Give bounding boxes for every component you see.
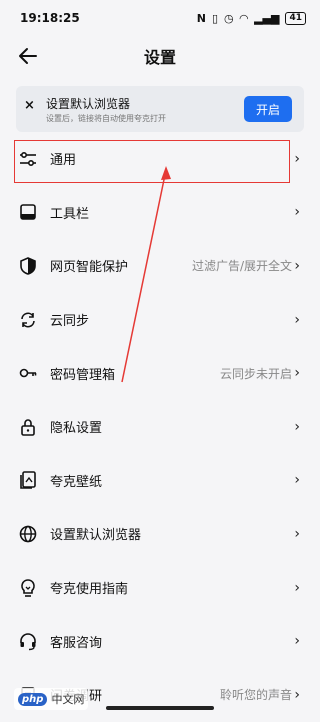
banner-title: 设置默认浏览器: [46, 97, 131, 111]
settings-item-label: 夸克使用指南: [50, 582, 129, 598]
headset-icon: [20, 633, 36, 651]
settings-item-guide[interactable]: 夸克使用指南 ›: [0, 561, 320, 615]
alarm-icon: ◷: [224, 11, 234, 25]
chevron-right-icon: ›: [294, 472, 300, 489]
chevron-right-icon: ›: [294, 418, 300, 435]
settings-item-password-manager[interactable]: 密码管理箱 云同步未开启 ›: [0, 346, 320, 400]
enable-button[interactable]: 开启: [244, 96, 292, 122]
chevron-right-icon: ›: [294, 686, 300, 703]
shield-icon: [20, 257, 36, 275]
chevron-right-icon: ›: [294, 365, 300, 382]
signal-icon: ▂▄▆: [254, 11, 280, 25]
chevron-right-icon: ›: [294, 204, 300, 221]
watermark: php 中文网: [14, 688, 89, 710]
settings-item-value: 云同步未开启: [219, 366, 292, 381]
wifi-icon: ◠: [239, 11, 249, 25]
close-icon[interactable]: ×: [24, 98, 35, 113]
chevron-right-icon: ›: [294, 311, 300, 328]
settings-item-label: 夸克壁纸: [50, 474, 103, 490]
globe-icon: [19, 525, 37, 543]
settings-item-cloud-sync[interactable]: 云同步 ›: [0, 293, 320, 347]
sliders-icon: [20, 151, 36, 166]
chevron-right-icon: ›: [294, 579, 300, 596]
settings-item-general[interactable]: 通用 ›: [0, 132, 320, 186]
vibrate-icon: ▯: [211, 11, 218, 25]
settings-item-value: 聆听您的声音: [219, 688, 292, 703]
settings-item-label: 通用: [50, 153, 77, 169]
settings-item-toolbar[interactable]: 工具栏 ›: [0, 186, 320, 240]
settings-item-label: 客服咨询: [50, 635, 103, 651]
watermark-text: 中文网: [51, 693, 85, 706]
page-title: 设置: [143, 48, 176, 67]
status-bar: 19:18:25 N ▯ ◷ ◠ ▂▄▆ 41: [0, 0, 320, 36]
sync-icon: [21, 312, 35, 328]
key-icon: [19, 368, 37, 378]
settings-item-label: 网页智能保护: [50, 260, 129, 276]
chevron-right-icon: ›: [294, 257, 300, 274]
settings-item-wallpaper[interactable]: 夸克壁纸 ›: [0, 454, 320, 508]
header: 设置: [0, 36, 320, 76]
settings-item-label: 隐私设置: [50, 421, 103, 437]
wallpaper-icon: [20, 471, 36, 490]
toolbar-icon: [20, 204, 36, 221]
settings-item-customer-service[interactable]: 客服咨询 ›: [0, 614, 320, 668]
nfc-icon: N: [196, 11, 206, 25]
battery-icon: 41: [285, 11, 306, 25]
chevron-right-icon: ›: [294, 150, 300, 167]
chevron-right-icon: ›: [294, 633, 300, 650]
settings-list: 通用 › 工具栏 › 网页智能保护 过滤广告/展开全文 › 云同步 › 密码管理…: [0, 132, 320, 722]
settings-item-value: 过滤广告/展开全文: [191, 259, 292, 274]
chevron-right-icon: ›: [294, 525, 300, 542]
status-time: 19:18:25: [20, 11, 80, 25]
banner-subtitle: 设置后，链接将自动使用夸克打开: [46, 114, 166, 123]
settings-item-label: 工具栏: [50, 206, 90, 222]
home-indicator: [106, 706, 214, 710]
settings-item-label: 云同步: [50, 314, 90, 330]
bulb-icon: [21, 578, 35, 597]
lock-icon: [21, 419, 35, 436]
status-icons: N ▯ ◷ ◠ ▂▄▆ 41: [196, 11, 306, 25]
settings-item-default-browser[interactable]: 设置默认浏览器 ›: [0, 507, 320, 561]
watermark-logo: php: [18, 692, 48, 706]
settings-item-label: 密码管理箱: [50, 367, 116, 383]
settings-item-web-protection[interactable]: 网页智能保护 过滤广告/展开全文 ›: [0, 239, 320, 293]
default-browser-banner: × 设置默认浏览器 设置后，链接将自动使用夸克打开 开启: [16, 86, 304, 132]
settings-item-label: 设置默认浏览器: [50, 528, 142, 544]
back-arrow-icon[interactable]: [14, 44, 42, 68]
settings-item-privacy[interactable]: 隐私设置 ›: [0, 400, 320, 454]
